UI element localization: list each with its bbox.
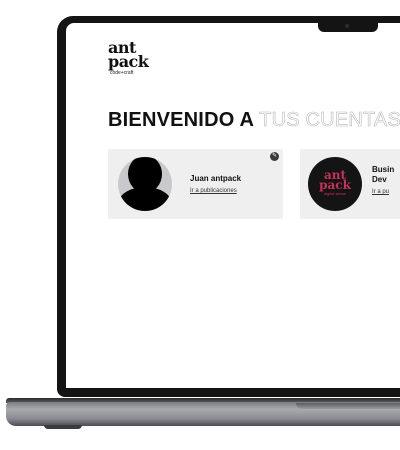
go-to-publications-link[interactable]: Ir a pu (372, 189, 389, 195)
laptop-base-groove (296, 403, 400, 409)
logo-word-pack: pack (108, 52, 149, 72)
brand-avatar-word-pack: pack (319, 178, 351, 193)
person-silhouette-icon (118, 157, 172, 211)
page-title: BIENVENIDO A TUS CUENTAS (108, 109, 400, 132)
account-name-line1: Busin (372, 165, 395, 174)
pencil-icon: ✎ (271, 153, 278, 159)
edit-account-button[interactable]: ✎ (270, 152, 279, 161)
camera-icon (345, 24, 349, 28)
page-title-part1: BIENVENIDO A (108, 109, 254, 131)
account-name: Juan antpack (190, 174, 242, 183)
account-card-business[interactable]: ant pack digital sense Busin Dev Ir a pu (300, 149, 400, 219)
laptop-screen: ant pack code+craft BIENVENIDO A TUS CUE… (66, 23, 400, 388)
account-card-juan[interactable]: Juan antpack Ir a publicaciones ✎ (108, 149, 283, 219)
account-name-line2: Dev (372, 175, 387, 184)
laptop-foot (44, 425, 82, 429)
antpack-logo[interactable]: ant pack code+craft (108, 39, 149, 76)
account-name: Busin Dev (372, 165, 394, 185)
go-to-publications-link[interactable]: Ir a publicaciones (190, 188, 237, 194)
brand-avatar: ant pack digital sense (308, 157, 362, 211)
page-title-part2: TUS CUENTAS (259, 109, 400, 132)
silhouette-head (128, 157, 162, 193)
brand-avatar-tagline: digital sense (323, 191, 347, 197)
logo-tagline: code+craft (110, 69, 134, 76)
